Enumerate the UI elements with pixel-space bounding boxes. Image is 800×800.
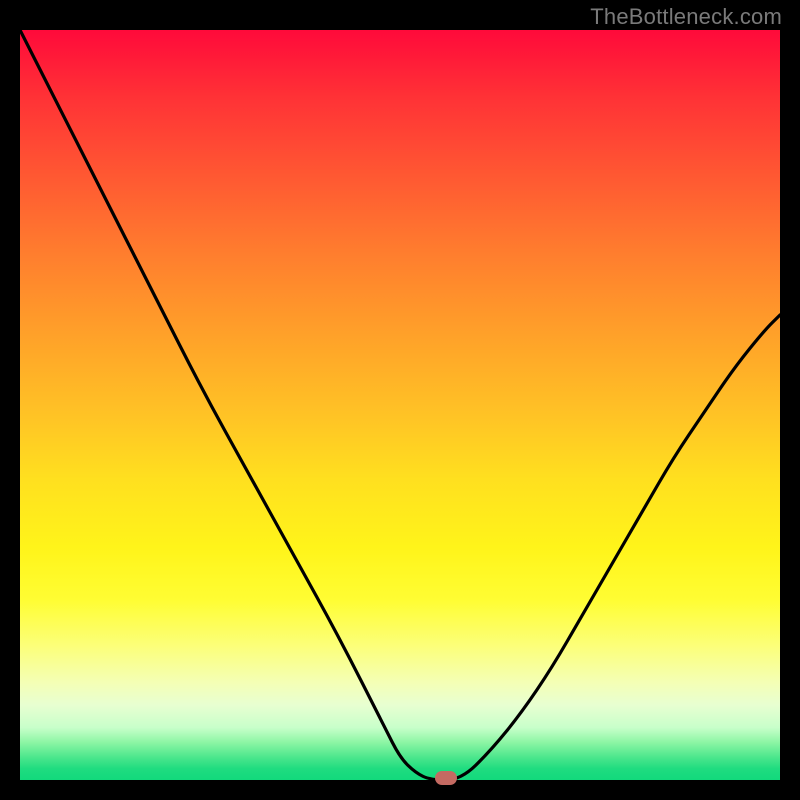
bottleneck-curve [20,30,780,780]
watermark-text: TheBottleneck.com [590,4,782,30]
curve-path [20,30,780,780]
optimum-marker [435,771,457,785]
chart-frame: TheBottleneck.com [0,0,800,800]
